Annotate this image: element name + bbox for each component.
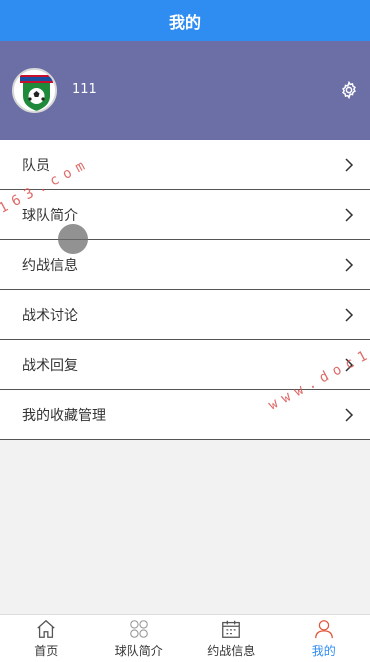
chevron-right-icon xyxy=(345,257,354,272)
page-title: 我的 xyxy=(168,12,201,32)
settings-button[interactable] xyxy=(340,80,358,100)
menu-list: 队员 球队简介 约战信息 战术讨论 战术回复 我的收藏管理 xyxy=(0,140,370,440)
profile-panel: 111 xyxy=(0,41,370,140)
menu-item-tactics-reply[interactable]: 战术回复 xyxy=(0,340,370,390)
gear-icon xyxy=(342,80,356,100)
menu-item-members[interactable]: 队员 xyxy=(0,140,370,190)
tab-mine[interactable]: 我的 xyxy=(278,615,370,662)
tab-match-info[interactable]: 约战信息 xyxy=(185,615,278,662)
avatar[interactable] xyxy=(12,68,57,113)
menu-item-label: 我的收藏管理 xyxy=(22,407,106,424)
tab-label: 首页 xyxy=(34,644,59,658)
menu-item-match-info[interactable]: 约战信息 xyxy=(0,240,370,290)
menu-item-label: 战术讨论 xyxy=(22,307,78,324)
bottom-tab-bar: 首页 球队简介 约战信息 我的 xyxy=(0,614,370,662)
chevron-right-icon xyxy=(345,157,354,172)
tab-label: 我的 xyxy=(311,644,336,658)
tab-label: 球队简介 xyxy=(114,644,163,658)
page-header: 我的 xyxy=(0,0,370,41)
chevron-right-icon xyxy=(345,207,354,222)
chevron-right-icon xyxy=(345,357,354,372)
menu-item-team-intro[interactable]: 球队简介 xyxy=(0,190,370,240)
username: 111 xyxy=(72,82,97,97)
menu-item-label: 球队简介 xyxy=(22,207,78,224)
chevron-right-icon xyxy=(345,407,354,422)
tab-home[interactable]: 首页 xyxy=(0,615,93,662)
chevron-right-icon xyxy=(345,307,354,322)
menu-item-favorites[interactable]: 我的收藏管理 xyxy=(0,390,370,440)
menu-item-label: 队员 xyxy=(22,157,50,174)
person-icon xyxy=(314,620,333,639)
calendar-icon xyxy=(222,620,241,638)
tab-team-intro[interactable]: 球队简介 xyxy=(93,615,186,662)
tab-label: 约战信息 xyxy=(207,644,256,658)
team-badge-icon xyxy=(14,70,55,111)
home-icon xyxy=(37,619,55,638)
grid-icon xyxy=(129,620,148,638)
touch-indicator xyxy=(58,224,88,254)
menu-item-label: 战术回复 xyxy=(22,357,78,374)
menu-item-label: 约战信息 xyxy=(22,257,78,274)
menu-item-tactics-discussion[interactable]: 战术讨论 xyxy=(0,290,370,340)
